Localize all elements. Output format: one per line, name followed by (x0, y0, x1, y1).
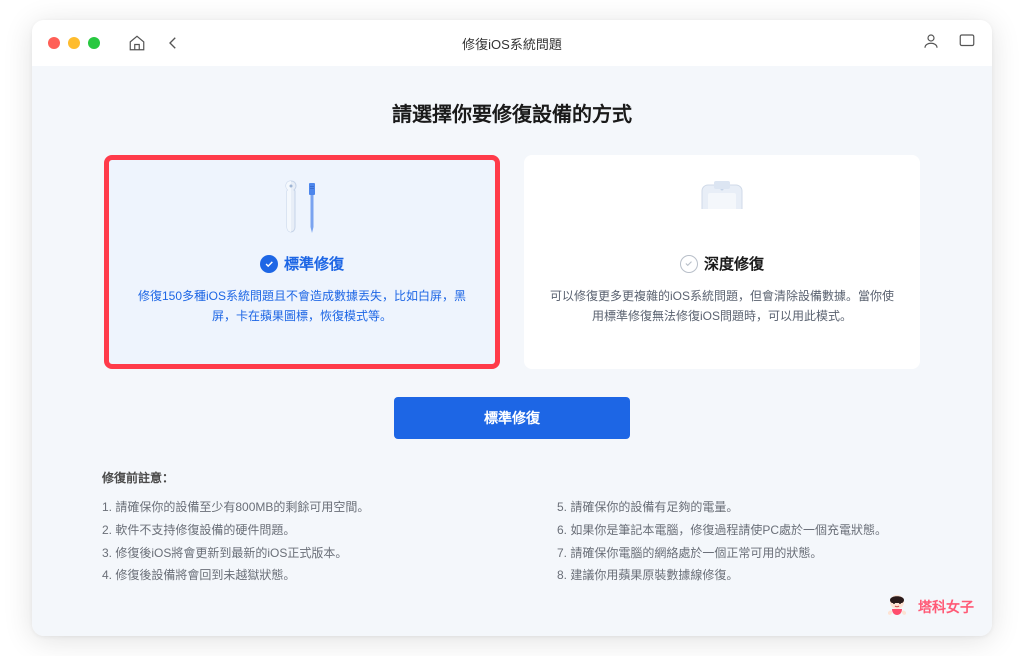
device-icon (690, 177, 754, 241)
notes-title: 修復前註意： (102, 469, 922, 486)
note-item: 7. 請確保你電腦的網絡處於一個正常可用的狀態。 (557, 542, 922, 565)
back-icon[interactable] (164, 34, 182, 52)
watermark-text: 塔科女子 (918, 597, 974, 617)
standard-title-row: 標準修復 (260, 253, 344, 274)
page-heading: 請選擇你要修復設備的方式 (32, 98, 992, 127)
note-item: 5. 請確保你的設備有足夠的電量。 (557, 496, 922, 519)
note-item: 6. 如果你是筆記本電腦，修復過程請使PC處於一個充電狀態。 (557, 519, 922, 542)
standard-repair-card[interactable]: 標準修復 修復150多種iOS系統問題且不會造成數據丟失，比如白屏，黑屏，卡在蘋… (104, 155, 500, 369)
advanced-card-title: 深度修復 (704, 253, 764, 274)
watermark: 塔科女子 (882, 592, 974, 622)
home-icon[interactable] (128, 34, 146, 52)
user-icon[interactable] (922, 32, 940, 55)
primary-action-button[interactable]: 標準修復 (394, 397, 630, 439)
advanced-title-row: 深度修復 (680, 253, 764, 274)
maximize-window-button[interactable] (88, 37, 100, 49)
window-title: 修復iOS系統問題 (462, 34, 562, 53)
notes-section: 修復前註意： 1. 請確保你的設備至少有800MB的剩餘可用空間。 2. 軟件不… (32, 469, 992, 587)
note-item: 2. 軟件不支持修復設備的硬件問題。 (102, 519, 467, 542)
right-icons (922, 32, 976, 55)
advanced-repair-card[interactable]: 深度修復 可以修復更多更複雜的iOS系統問題，但會清除設備數據。當你使用標準修復… (524, 155, 920, 369)
app-window: 修復iOS系統問題 請選擇你要修復設備的方式 (32, 20, 992, 636)
mode-cards: 標準修復 修復150多種iOS系統問題且不會造成數據丟失，比如白屏，黑屏，卡在蘋… (32, 155, 992, 369)
minimize-window-button[interactable] (68, 37, 80, 49)
note-item: 4. 修復後設備將會回到未越獄狀態。 (102, 564, 467, 587)
feedback-icon[interactable] (958, 32, 976, 55)
advanced-card-desc: 可以修復更多更複雜的iOS系統問題，但會清除設備數據。當你使用標準修復無法修復i… (524, 286, 920, 327)
check-filled-icon (260, 255, 278, 273)
note-item: 8. 建議你用蘋果原裝數據線修復。 (557, 564, 922, 587)
watermark-avatar-icon (882, 592, 912, 622)
note-item: 3. 修復後iOS將會更新到最新的iOS正式版本。 (102, 542, 467, 565)
traffic-lights (48, 37, 100, 49)
main-content: 請選擇你要修復設備的方式 (32, 66, 992, 636)
note-item: 1. 請確保你的設備至少有800MB的剩餘可用空間。 (102, 496, 467, 519)
notes-columns: 1. 請確保你的設備至少有800MB的剩餘可用空間。 2. 軟件不支持修復設備的… (102, 496, 922, 587)
titlebar: 修復iOS系統問題 (32, 20, 992, 66)
close-window-button[interactable] (48, 37, 60, 49)
notes-right-col: 5. 請確保你的設備有足夠的電量。 6. 如果你是筆記本電腦，修復過程請使PC處… (557, 496, 922, 587)
standard-card-title: 標準修復 (284, 253, 344, 274)
check-hollow-icon (680, 255, 698, 273)
standard-card-desc: 修復150多種iOS系統問題且不會造成數據丟失，比如白屏，黑屏，卡在蘋果圖標，恢… (109, 286, 495, 327)
tools-icon (275, 177, 329, 241)
nav-icons (128, 34, 182, 52)
notes-left-col: 1. 請確保你的設備至少有800MB的剩餘可用空間。 2. 軟件不支持修復設備的… (102, 496, 467, 587)
